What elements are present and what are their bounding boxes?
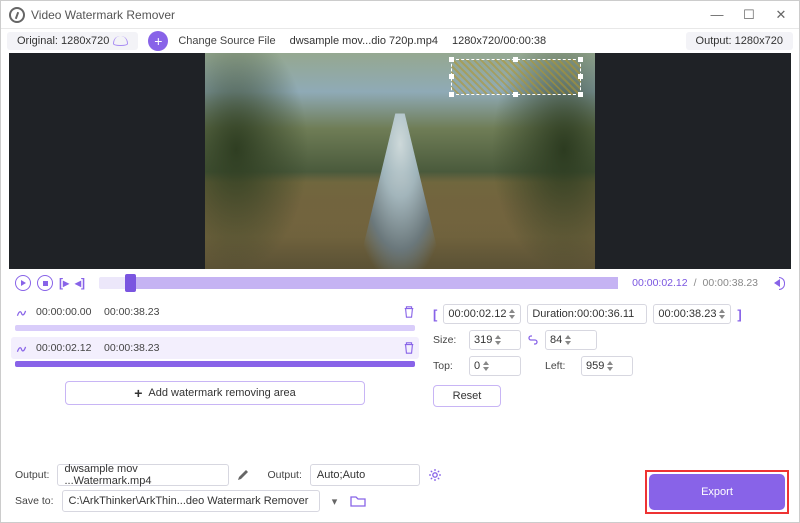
watermark-icon (15, 306, 28, 319)
left-input[interactable]: 959 (581, 356, 633, 376)
timeline-knob[interactable] (125, 274, 136, 292)
add-source-button[interactable]: + (148, 31, 168, 51)
output-label: Output: 1280x720 (696, 35, 783, 47)
segment-start: 00:00:02.12 (36, 342, 96, 354)
output-badge: Output: 1280x720 (686, 32, 793, 50)
segment-end: 00:00:38.23 (104, 306, 164, 318)
segment-start: 00:00:00.00 (36, 306, 96, 318)
left-label: Left: (545, 360, 575, 372)
segments-panel: 00:00:00.00 00:00:38.23 00:00:02.12 00:0… (15, 301, 415, 407)
source-filename: dwsample mov...dio 720p.mp4 (290, 35, 438, 47)
range-start-bracket-button[interactable]: [ (433, 307, 437, 322)
time-current: 00:00:02.12 (632, 277, 687, 289)
stop-button[interactable] (37, 275, 53, 291)
reset-button[interactable]: Reset (433, 385, 501, 407)
add-area-label: Add watermark removing area (148, 387, 295, 399)
range-start-input[interactable]: 00:00:02.12 (443, 304, 521, 324)
segment-row[interactable]: 00:00:00.00 00:00:38.23 (15, 301, 415, 323)
height-input[interactable]: 84 (545, 330, 597, 350)
play-bar: [▸ ◂] 00:00:02.12/00:00:38.23 (1, 269, 799, 297)
output-file-label: Output: (15, 469, 49, 481)
app-logo-icon (9, 7, 25, 23)
segment-end: 00:00:38.23 (104, 342, 164, 354)
pencil-icon[interactable] (237, 469, 249, 481)
minimize-button[interactable]: — (707, 7, 727, 23)
save-to-label: Save to: (15, 495, 54, 507)
time-total: 00:00:38.23 (703, 277, 758, 289)
output-format-input[interactable]: Auto;Auto (310, 464, 420, 486)
segment-bar[interactable] (15, 361, 415, 367)
set-start-button[interactable]: [▸ (59, 276, 69, 290)
original-badge: Original: 1280x720 (7, 32, 138, 50)
range-end-input[interactable]: 00:00:38.23 (653, 304, 731, 324)
watermark-icon (15, 342, 28, 355)
output-filename-input[interactable]: dwsample mov ...Watermark.mp4 (57, 464, 229, 486)
gear-icon[interactable] (428, 468, 442, 482)
change-source-link[interactable]: Change Source File (178, 35, 275, 47)
video-frame[interactable] (205, 53, 595, 269)
volume-icon[interactable] (770, 276, 785, 290)
set-end-button[interactable]: ◂] (75, 276, 85, 290)
top-input[interactable]: 0 (469, 356, 521, 376)
export-button[interactable]: Export (649, 474, 785, 510)
trash-icon[interactable] (403, 305, 415, 319)
eye-icon[interactable] (113, 36, 128, 46)
maximize-button[interactable]: ☐ (739, 7, 759, 23)
source-fileinfo: 1280x720/00:00:38 (452, 35, 546, 47)
info-bar: Original: 1280x720 + Change Source File … (1, 29, 799, 53)
save-path-input[interactable]: C:\ArkThinker\ArkThin...deo Watermark Re… (62, 490, 320, 512)
timeline[interactable] (99, 277, 618, 289)
trash-icon[interactable] (403, 341, 415, 355)
range-end-bracket-button[interactable]: ] (737, 307, 741, 322)
output-format-label: Output: (267, 469, 301, 481)
video-viewport (9, 53, 791, 269)
folder-icon[interactable] (350, 495, 366, 508)
width-input[interactable]: 319 (469, 330, 521, 350)
plus-icon: + (134, 385, 142, 401)
selection-box[interactable] (451, 59, 581, 95)
link-icon[interactable] (527, 334, 539, 346)
titlebar: Video Watermark Remover — ☐ ✕ (1, 1, 799, 29)
original-label: Original: 1280x720 (17, 35, 109, 47)
close-button[interactable]: ✕ (771, 7, 791, 23)
play-button[interactable] (15, 275, 31, 291)
save-path-dropdown[interactable]: ▾ (328, 495, 342, 508)
segment-row[interactable]: 00:00:02.12 00:00:38.23 (11, 337, 419, 359)
segment-bar[interactable] (15, 325, 415, 331)
add-watermark-area-button[interactable]: + Add watermark removing area (65, 381, 365, 405)
properties-panel: [ 00:00:02.12 Duration:00:00:36.11 00:00… (433, 301, 785, 407)
size-label: Size: (433, 334, 463, 346)
app-title: Video Watermark Remover (31, 8, 175, 22)
top-label: Top: (433, 360, 463, 372)
range-duration-input[interactable]: Duration:00:00:36.11 (527, 304, 647, 324)
